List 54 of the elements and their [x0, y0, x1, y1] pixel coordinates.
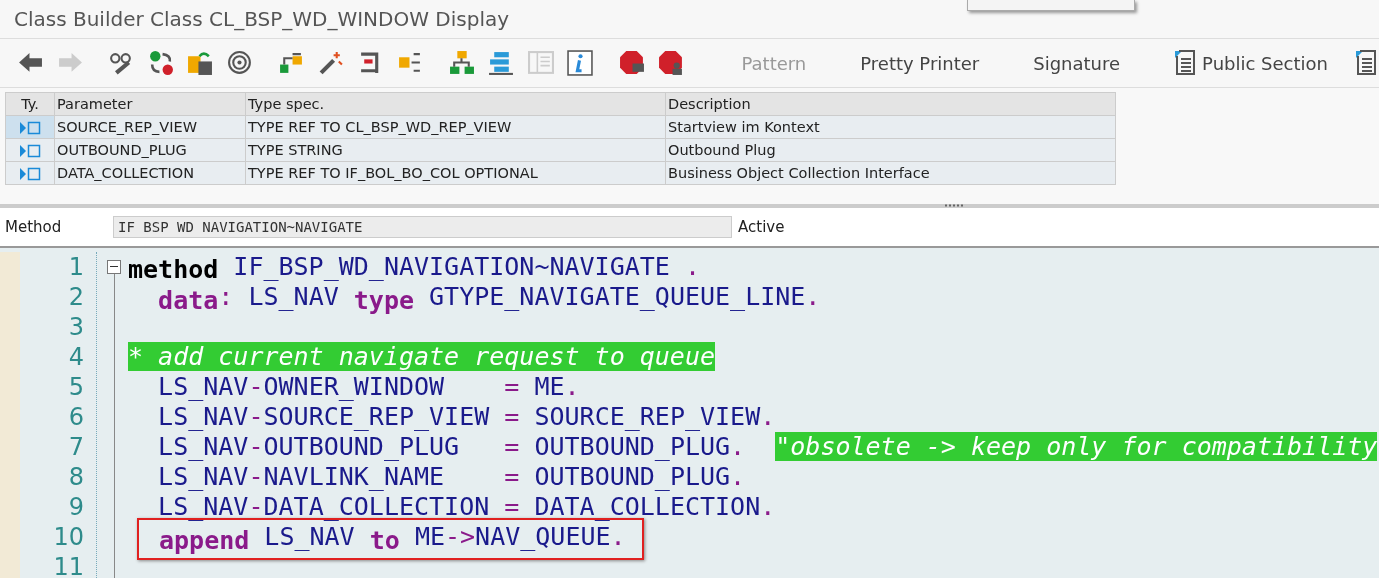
column-header: Description — [665, 92, 1116, 116]
stack-icon — [488, 50, 515, 76]
code-line: LS_NAV-SOURCE_REP_VIEW = SOURCE_REP_VIEW. — [157, 402, 776, 432]
method-field[interactable]: IF_BSP_WD_NAVIGATION~NAVIGATE — [113, 216, 732, 238]
parameter-type-icon — [19, 144, 41, 158]
row-selector[interactable] — [5, 161, 55, 185]
table-cell: TYPE STRING — [245, 138, 666, 162]
line-number: 8 — [67, 462, 85, 492]
toolbar-button[interactable]: Public Section — [1147, 46, 1355, 80]
line-number: 10 — [52, 522, 85, 552]
column-header: Type spec. — [245, 92, 666, 116]
stop-sign-person-icon — [658, 50, 685, 76]
line-number: 6 — [67, 402, 85, 432]
field-label: Method — [4, 218, 63, 236]
panel-icon — [527, 50, 554, 76]
table-cell: TYPE REF TO CL_BSP_WD_REP_VIEW — [245, 115, 666, 139]
tree-icon — [448, 50, 475, 76]
toolbar-button[interactable]: Pretty Printer — [833, 46, 1007, 80]
window-title: Class Builder Class CL_BSP_WD_WINDOW Display — [14, 7, 510, 31]
column-header: Ty. — [5, 92, 55, 116]
column-header: Parameter — [54, 92, 246, 116]
box-arrow-icon — [187, 50, 214, 76]
code-line: LS_NAV-OWNER_WINDOW = ME. — [157, 372, 580, 402]
table-cell: DATA_COLLECTION — [54, 161, 246, 185]
parameter-type-icon — [19, 167, 41, 181]
table-cell: Business Object Collection Interface — [665, 161, 1116, 185]
status-text: Active — [738, 218, 785, 236]
line-number: 4 — [67, 342, 85, 372]
parameter-type-icon — [19, 121, 41, 135]
row-selector[interactable] — [5, 115, 55, 139]
line-number: 7 — [67, 432, 85, 462]
code-line: LS_NAV-NAVLINK_NAME = OUTBOUND_PLUG. — [157, 462, 746, 492]
table-cell: Startview im Kontext — [665, 115, 1116, 139]
table-cell: OUTBOUND_PLUG — [54, 138, 246, 162]
table-cell: SOURCE_REP_VIEW — [54, 115, 246, 139]
stop-sign-icon — [618, 50, 645, 76]
table-cell: TYPE REF TO IF_BOL_BO_COL OPTIONAL — [245, 161, 666, 185]
row-selector[interactable] — [5, 138, 55, 162]
collapse-toggle[interactable] — [107, 260, 121, 274]
code-line: LS_NAV-OUTBOUND_PLUG = OUTBOUND_PLUG. "obsolete -> keep only for compatibility — [157, 432, 1378, 462]
line-number: 11 — [52, 552, 85, 578]
line-number: 1 — [67, 252, 85, 282]
table-cell: Outbound Plug — [665, 138, 1116, 162]
line-number: 5 — [67, 372, 85, 402]
toolbar-button[interactable]: Signature — [1006, 46, 1148, 80]
splitter-grip-icon[interactable] — [944, 204, 964, 207]
info-icon — [567, 50, 594, 76]
line-number: 3 — [67, 312, 85, 342]
magic-wand-icon — [318, 50, 344, 76]
swap-circles-icon — [147, 50, 174, 76]
boxes-icon — [278, 50, 305, 76]
line-number: 9 — [67, 492, 85, 522]
line-number: 2 — [67, 282, 85, 312]
document-icon[interactable] — [1355, 50, 1379, 76]
